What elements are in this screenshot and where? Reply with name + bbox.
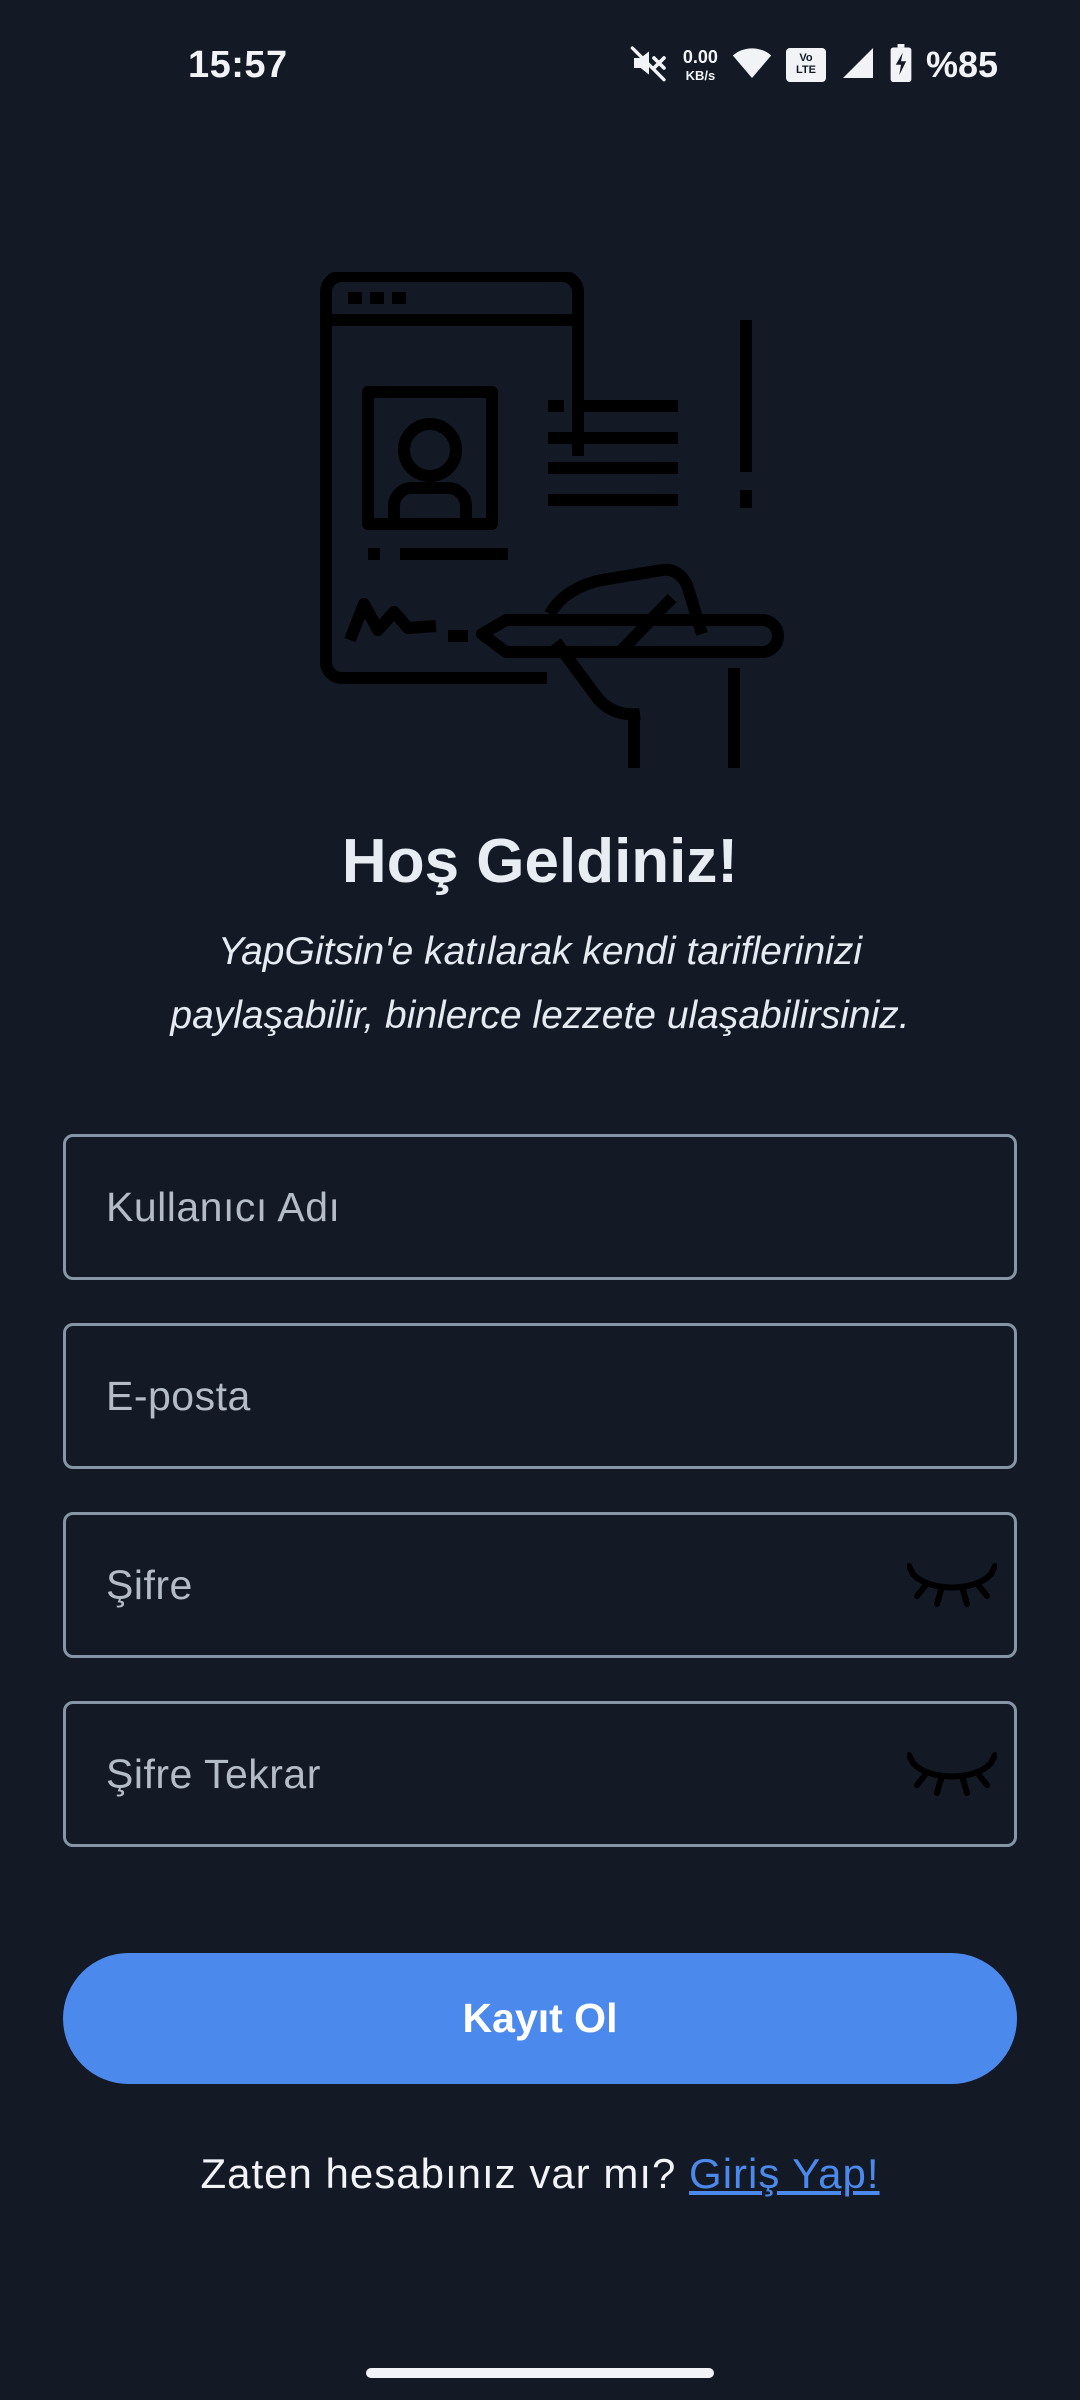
eye-closed-icon [907,1752,997,1796]
status-time: 15:57 [188,44,288,86]
username-input[interactable] [66,1137,1014,1277]
email-input[interactable] [66,1326,1014,1466]
password-visibility-toggle[interactable] [904,1550,1000,1620]
volte-icon: Vo LTE [785,48,826,82]
password-repeat-field [63,1701,1017,1847]
welcome-subtitle: YapGitsin'e katılarak kendi tarifleriniz… [80,920,1000,1048]
network-speed: 0.00 KB/s [683,48,718,82]
password-field [63,1512,1017,1658]
volte-bottom-text: LTE [795,64,816,76]
register-screen: 15:57 0.00 KB/s Vo LTE %85 Hoş Geldiniz!… [0,0,1080,2400]
welcome-title: Hoş Geldiniz! [341,827,739,896]
wifi-icon [732,45,772,86]
signal-icon [840,45,876,86]
email-field [63,1323,1017,1469]
battery-percent: %85 [925,44,998,85]
login-prompt-row: Zaten hesabınız var mı? Giriş Yap! [0,2150,1080,2198]
username-field [63,1134,1017,1280]
battery-charging-icon [890,43,912,87]
welcome-subtitle-line-1: YapGitsin'e katılarak kendi tarifleriniz… [218,930,862,973]
password-repeat-visibility-toggle[interactable] [904,1739,1000,1809]
register-button[interactable]: Kayıt Ol [63,1953,1017,2084]
registration-form-illustration-icon [320,272,784,768]
login-prompt-text: Zaten hesabınız var mı? [200,2150,677,2197]
password-input[interactable] [66,1515,1014,1655]
home-indicator[interactable] [366,2368,714,2378]
welcome-subtitle-line-2: paylaşabilir, binlerce lezzete ulaşabili… [170,994,910,1037]
status-bar: 15:57 0.00 KB/s Vo LTE %85 [0,0,1080,130]
eye-closed-icon [907,1563,997,1607]
network-speed-unit: KB/s [685,68,716,83]
password-repeat-input[interactable] [66,1704,1014,1844]
network-speed-value: 0.00 [682,47,718,67]
login-link[interactable]: Giriş Yap! [689,2150,880,2197]
mute-icon [629,43,669,88]
status-icons: 0.00 KB/s Vo LTE %85 [629,40,998,90]
